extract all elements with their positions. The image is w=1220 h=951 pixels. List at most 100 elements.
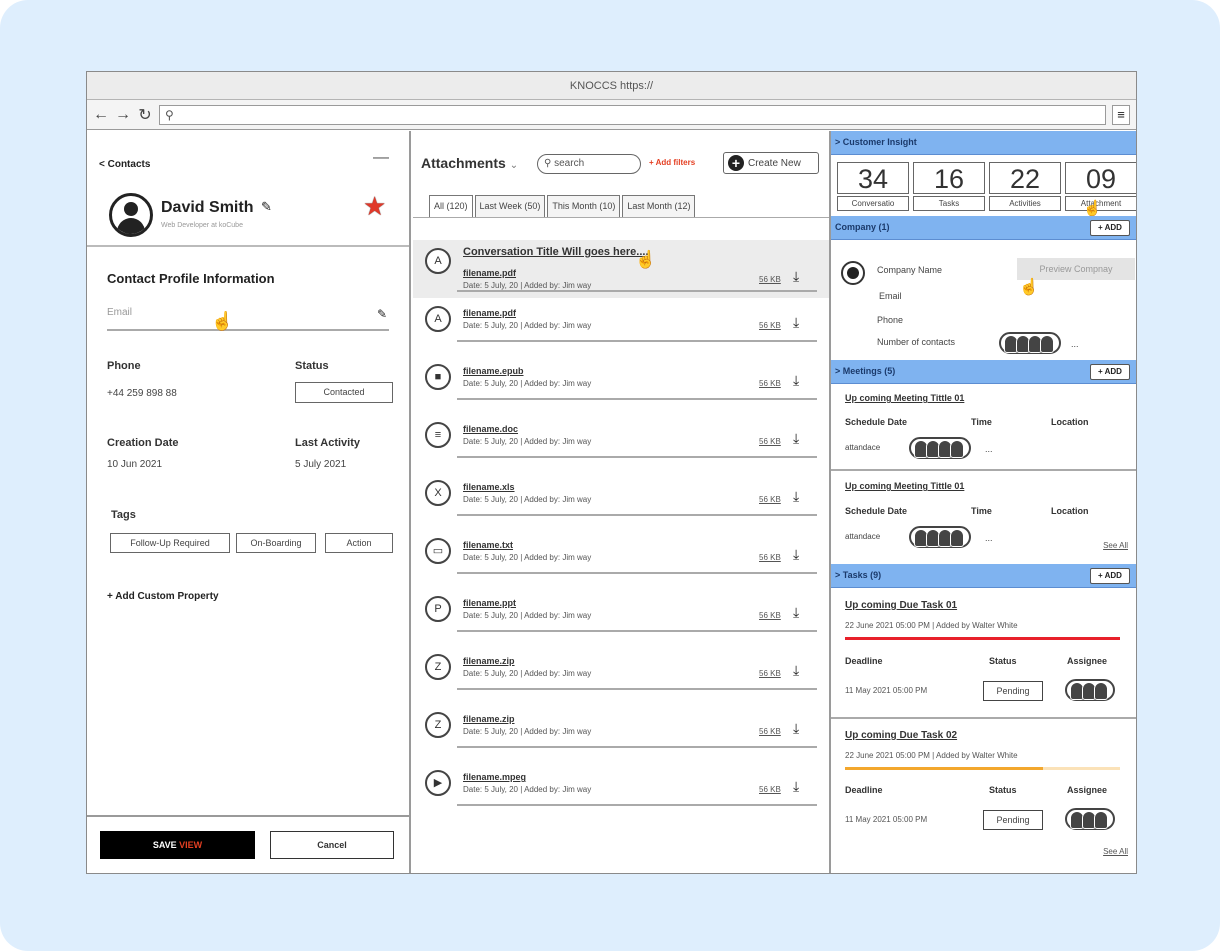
task-title-link[interactable]: Up coming Due Task 02: [845, 730, 957, 741]
download-icon[interactable]: ⤓: [793, 604, 799, 621]
customer-insight-header[interactable]: > Customer Insight: [831, 131, 1136, 155]
deadline-value: 11 May 2021 05:00 PM: [845, 686, 928, 695]
attachment-filename-link[interactable]: filename.epub: [463, 366, 524, 376]
assignee-label: Assignee: [1067, 656, 1108, 666]
attachment-row[interactable]: ■ filename.epub Date: 5 July, 20 | Added b…: [413, 356, 829, 414]
attachments-dropdown[interactable]: Attachments ⌄: [421, 155, 518, 171]
attachment-row[interactable]: Zfilename.zip Date: 5 July, 20 | Added by…: [413, 704, 829, 762]
plus-circle-icon: +: [728, 155, 744, 171]
download-icon[interactable]: ⤓: [793, 488, 799, 505]
attachment-size: 56 KB: [759, 669, 781, 678]
email-field[interactable]: Email: [107, 307, 132, 318]
tags-label: Tags: [111, 509, 136, 521]
back-arrow-icon[interactable]: ←: [93, 106, 109, 124]
attachment-row[interactable]: Afilename.pdf Date: 5 July, 20 | Added by…: [413, 298, 829, 356]
last-activity-label: Last Activity: [295, 437, 361, 449]
row-divider: [457, 456, 817, 458]
attachment-row[interactable]: Pfilename.ppt Date: 5 July, 20 | Added by…: [413, 588, 829, 646]
meeting-title-link[interactable]: Up coming Meeting Tittle 01: [845, 481, 964, 491]
tag-chip[interactable]: Action: [325, 533, 393, 553]
edit-pencil-icon[interactable]: ✎: [261, 199, 272, 215]
meeting-title-link[interactable]: Up coming Meeting Tittle 01: [845, 393, 964, 403]
see-all-tasks-link[interactable]: See All: [1103, 847, 1128, 856]
tab-all[interactable]: All (120): [429, 195, 473, 217]
download-icon[interactable]: ⤓: [793, 268, 799, 285]
download-icon[interactable]: ⤓: [793, 720, 799, 737]
conversation-title-link[interactable]: Conversation Title Will goes here....: [463, 246, 649, 258]
tab-last-week[interactable]: Last Week (50): [474, 195, 546, 217]
download-icon[interactable]: ⤓: [793, 546, 799, 563]
assignee-avatars[interactable]: [1065, 808, 1115, 830]
attachment-row[interactable]: A Conversation Title Will goes here.... ☝ f…: [413, 240, 829, 298]
hamburger-menu-icon[interactable]: ≡: [1112, 104, 1130, 125]
more-contacts: ...: [1071, 339, 1079, 349]
page-background: KNOCCS https:// ← → ↻ ⚲ ≡ < Contacts — D…: [0, 0, 1220, 951]
attachment-filename-link[interactable]: filename.doc: [463, 424, 518, 434]
location-label: Location: [1051, 417, 1089, 427]
download-icon[interactable]: ⤓: [793, 372, 799, 389]
attachment-filename-link[interactable]: filename.ppt: [463, 598, 516, 608]
edit-pencil-icon[interactable]: ✎: [377, 307, 387, 321]
create-new-button[interactable]: + Create New: [723, 152, 819, 174]
save-view-button[interactable]: SAVE VIEW: [100, 831, 255, 859]
attendees-avatars[interactable]: [909, 437, 971, 459]
attachment-filename-link[interactable]: filename.mpeg: [463, 772, 526, 782]
status-dropdown[interactable]: Contacted: [295, 382, 393, 403]
search-placeholder: search: [554, 158, 585, 169]
url-input[interactable]: ⚲: [159, 104, 1106, 125]
download-icon[interactable]: ⤓: [793, 314, 799, 331]
hand-cursor-icon: ☝: [211, 311, 234, 331]
stat-tasks[interactable]: 16 Tasks: [913, 162, 985, 211]
see-all-meetings-link[interactable]: See All: [1103, 541, 1128, 550]
attendees-avatars[interactable]: [909, 526, 971, 548]
company-header[interactable]: Company (1) + ADD: [831, 216, 1136, 240]
contacts-avatars[interactable]: [999, 332, 1061, 354]
add-meeting-button[interactable]: + ADD: [1090, 364, 1130, 380]
assignee-avatars[interactable]: [1065, 679, 1115, 701]
tasks-header[interactable]: > Tasks (9) + ADD: [831, 564, 1136, 588]
star-icon[interactable]: ★: [363, 191, 386, 222]
collapse-icon[interactable]: —: [373, 149, 389, 167]
search-input[interactable]: ⚲ search: [537, 154, 641, 174]
task-title-link[interactable]: Up coming Due Task 01: [845, 600, 957, 611]
add-custom-property-link[interactable]: + Add Custom Property: [107, 591, 219, 602]
download-icon[interactable]: ⤓: [793, 430, 799, 447]
add-company-button[interactable]: + ADD: [1090, 220, 1130, 236]
attachment-row[interactable]: ▭ filename.txt Date: 5 July, 20 | Added by…: [413, 530, 829, 588]
attachment-filename-link[interactable]: filename.txt: [463, 540, 513, 550]
task-progress-bar: [845, 637, 1120, 640]
tag-chip[interactable]: On-Boarding: [236, 533, 316, 553]
forward-arrow-icon[interactable]: →: [115, 106, 131, 124]
attachment-filename-link[interactable]: filename.xls: [463, 482, 515, 492]
add-filters-link[interactable]: + Add filters: [649, 158, 695, 167]
attachment-row[interactable]: Xfilename.xls Date: 5 July, 20 | Added by…: [413, 472, 829, 530]
attachment-row[interactable]: Zfilename.zip Date: 5 July, 20 | Added by…: [413, 646, 829, 704]
stat-activities[interactable]: 22 Activities: [989, 162, 1061, 211]
attachment-filename-link[interactable]: filename.pdf: [463, 308, 516, 318]
creation-date-label: Creation Date: [107, 437, 179, 449]
add-task-button[interactable]: + ADD: [1090, 568, 1130, 584]
attachment-row[interactable]: ≡ filename.doc Date: 5 July, 20 | Added by…: [413, 414, 829, 472]
task-status-dropdown[interactable]: Pending: [983, 681, 1043, 701]
chevron-down-icon: ⌄: [509, 160, 519, 171]
task-progress-fill: [845, 637, 1120, 640]
back-to-contacts-link[interactable]: < Contacts: [99, 159, 150, 170]
meetings-header[interactable]: > Meetings (5) + ADD: [831, 360, 1136, 384]
tab-this-month[interactable]: This Month (10): [547, 195, 621, 217]
download-icon[interactable]: ⤓: [793, 662, 799, 679]
attachment-filename-link[interactable]: filename.zip: [463, 656, 515, 666]
contact-role: Web Developer at koCube: [161, 222, 243, 229]
download-icon[interactable]: ⤓: [793, 778, 799, 795]
attachments-title: Attachments: [421, 155, 506, 171]
attachment-filename-link[interactable]: filename.pdf: [463, 268, 516, 278]
attachment-row[interactable]: ▶ filename.mpeg Date: 5 July, 20 | Added b…: [413, 762, 829, 820]
browser-window: KNOCCS https:// ← → ↻ ⚲ ≡ < Contacts — D…: [86, 71, 1137, 874]
task-status-dropdown[interactable]: Pending: [983, 810, 1043, 830]
tag-chip[interactable]: Follow-Up Required: [110, 533, 230, 553]
tab-last-month[interactable]: Last Month (12): [622, 195, 696, 217]
stat-conversations[interactable]: 34 Conversatio: [837, 162, 909, 211]
deadline-value: 11 May 2021 05:00 PM: [845, 815, 928, 824]
reload-icon[interactable]: ↻: [137, 105, 153, 125]
attachment-filename-link[interactable]: filename.zip: [463, 714, 515, 724]
cancel-button[interactable]: Cancel: [270, 831, 394, 859]
